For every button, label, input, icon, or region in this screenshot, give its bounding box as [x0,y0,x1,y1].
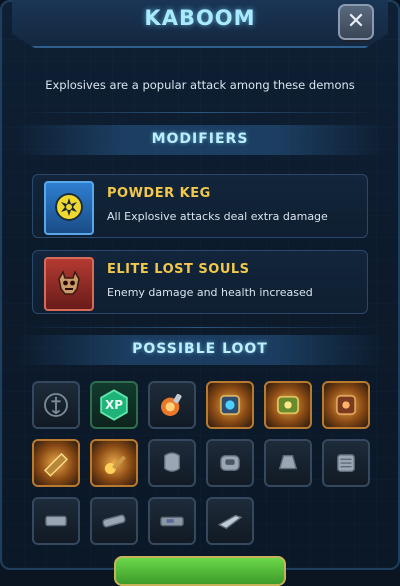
loot-item[interactable] [32,497,80,545]
loot-item[interactable] [322,381,370,429]
loot-item[interactable] [206,381,254,429]
explosive-rune-icon [161,393,182,416]
modifier-name: ELITE LOST SOULS [107,262,250,277]
mod-cell-icon [277,395,299,415]
gun-part-icon [45,515,67,527]
loot-item[interactable] [90,497,138,545]
xp-label: XP [104,398,124,412]
armor-piece-icon [163,452,181,472]
modifier-card[interactable]: ELITE LOST SOULS Enemy damage and health… [32,250,368,314]
armor-piece-icon [337,454,355,472]
explosion-icon [55,193,83,221]
loot-item[interactable] [264,381,312,429]
modifier-description: All Explosive attacks deal extra damage [107,210,328,223]
armor-piece-icon [220,454,240,472]
loot-item[interactable] [322,439,370,487]
mod-cell-icon [335,394,357,416]
loot-item[interactable] [148,497,196,545]
close-button[interactable]: ✕ [338,4,374,40]
modifier-badge [44,257,94,311]
loot-item[interactable] [32,439,80,487]
mod-cell-icon [219,394,241,416]
loot-item[interactable] [90,439,138,487]
armor-piece-icon [278,454,298,470]
loot-item[interactable] [148,439,196,487]
loot-item[interactable] [148,381,196,429]
modifier-card[interactable]: POWDER KEG All Explosive attacks deal ex… [32,174,368,238]
modifier-badge [44,181,94,235]
loot-heading: POSSIBLE LOOT [132,341,268,357]
divider [20,112,380,113]
modifier-name: POWDER KEG [107,186,211,201]
weapon-mod-icon [104,455,126,474]
gun-part-icon [217,514,243,530]
weapon-mod-icon [44,452,68,477]
emblem-icon [44,393,68,417]
dialog-description: Explosives are a popular attack among th… [45,78,355,92]
loot-item[interactable] [206,439,254,487]
divider [20,327,380,328]
demon-skull-icon [58,270,80,295]
confirm-button[interactable] [114,556,286,586]
loot-item[interactable] [206,497,254,545]
modifiers-heading: MODIFIERS [151,131,249,147]
gun-part-icon [160,516,184,527]
close-icon: ✕ [346,9,366,34]
loot-item[interactable] [264,439,312,487]
modifier-description: Enemy damage and health increased [107,286,313,299]
loot-item[interactable]: XP [90,381,138,429]
gun-part-icon [102,514,126,528]
loot-item[interactable] [32,381,80,429]
